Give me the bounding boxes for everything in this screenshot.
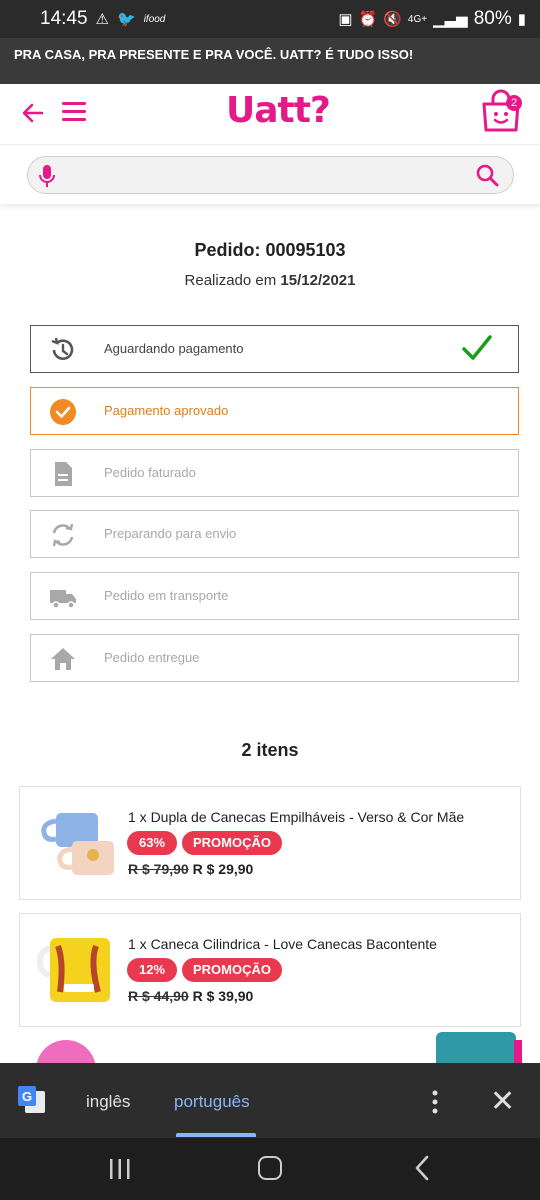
close-icon[interactable]: ✕ bbox=[490, 1087, 515, 1117]
status-bar: 14:45 ⚠ 🐦 ifood ▣ ⏰ 🔇 4G+ ▁▃▅ 80% ▮ bbox=[0, 0, 540, 38]
home-button-icon[interactable] bbox=[258, 1156, 282, 1180]
item-name[interactable]: 1 x Caneca Cilindrica - Love Canecas Bac… bbox=[128, 936, 437, 952]
more-options-icon[interactable] bbox=[424, 1089, 446, 1115]
item-prices: R $ 44,90 R $ 39,90 bbox=[128, 988, 253, 1004]
item-prices: R $ 79,90 R $ 29,90 bbox=[128, 861, 253, 877]
step-label: Pedido em transporte bbox=[104, 588, 229, 603]
clock-history-icon bbox=[51, 337, 74, 360]
uatt-logo[interactable]: Uatt? bbox=[226, 90, 331, 131]
step-delivered: Pedido entregue bbox=[30, 634, 519, 682]
truck-icon bbox=[50, 590, 76, 609]
discount-badge: 63% bbox=[127, 831, 177, 855]
item-name[interactable]: 1 x Dupla de Canecas Empilháveis - Verso… bbox=[128, 809, 464, 825]
target-language-tab[interactable]: português bbox=[174, 1092, 250, 1112]
search-bar bbox=[0, 144, 540, 204]
twitter-icon: 🐦 bbox=[117, 11, 136, 28]
mute-icon: 🔇 bbox=[383, 11, 402, 28]
hamburger-menu-icon[interactable] bbox=[62, 102, 86, 122]
nav-back-icon[interactable] bbox=[412, 1155, 432, 1181]
warning-icon: ⚠ bbox=[95, 11, 109, 28]
mugs-stack-image bbox=[41, 813, 114, 875]
cart-count-badge: 2 bbox=[506, 95, 522, 111]
source-language-tab[interactable]: inglês bbox=[86, 1092, 130, 1112]
old-price: R $ 44,90 bbox=[128, 988, 189, 1004]
google-translate-icon[interactable]: G bbox=[17, 1085, 47, 1115]
status-time: 14:45 bbox=[40, 8, 88, 29]
step-label: Pedido faturado bbox=[104, 465, 196, 480]
sync-icon bbox=[52, 523, 74, 547]
system-nav-bar bbox=[0, 1138, 540, 1200]
items-count-title: 2 itens bbox=[241, 740, 299, 760]
step-label: Pagamento aprovado bbox=[104, 403, 229, 418]
search-input[interactable] bbox=[27, 156, 514, 194]
old-price: R $ 79,90 bbox=[128, 861, 189, 877]
step-awaiting-payment: Aguardando pagamento bbox=[30, 325, 519, 373]
current-price: R $ 39,90 bbox=[192, 988, 254, 1004]
step-label: Aguardando pagamento bbox=[104, 341, 244, 356]
promo-badge: PROMOÇÃO bbox=[182, 958, 282, 982]
order-date: Realizado em 15/12/2021 bbox=[0, 272, 540, 289]
network-label: 4G+ bbox=[407, 13, 428, 25]
checkmark-icon bbox=[462, 335, 492, 360]
promo-banner[interactable]: PRA CASA, PRA PRESENTE E PRA VOCÊ. UATT?… bbox=[0, 38, 540, 84]
search-icon[interactable] bbox=[475, 163, 499, 187]
alarm-icon: ⏰ bbox=[358, 11, 378, 28]
recent-apps-icon[interactable] bbox=[108, 1158, 132, 1180]
order-number: Pedido: 00095103 bbox=[194, 240, 346, 260]
battery-icon: ▮ bbox=[517, 11, 526, 28]
selected-tab-indicator bbox=[176, 1133, 256, 1137]
back-arrow-icon[interactable] bbox=[20, 100, 46, 126]
step-label: Pedido entregue bbox=[104, 650, 200, 665]
app-header: Uatt? bbox=[0, 84, 540, 144]
current-price: R $ 29,90 bbox=[192, 861, 254, 877]
lock-icon: ▣ bbox=[338, 11, 353, 28]
bacon-mug-image bbox=[36, 938, 110, 1002]
battery-level: 80% bbox=[473, 8, 512, 29]
order-item-card[interactable]: 1 x Caneca Cilindrica - Love Canecas Bac… bbox=[19, 913, 521, 1027]
step-in-transport: Pedido em transporte bbox=[30, 572, 519, 620]
promo-badge: PROMOÇÃO bbox=[182, 831, 282, 855]
step-label: Preparando para envio bbox=[104, 526, 237, 541]
svg-text:G: G bbox=[22, 1089, 32, 1104]
signal-icon: ▁▃▅ bbox=[433, 11, 468, 28]
order-item-card[interactable]: 1 x Dupla de Canecas Empilháveis - Verso… bbox=[19, 786, 521, 900]
check-circle-icon bbox=[50, 399, 76, 425]
document-icon bbox=[55, 462, 72, 486]
order-date-prefix: Realizado em bbox=[184, 272, 281, 289]
translate-bar: G inglês português ✕ bbox=[0, 1063, 540, 1138]
step-payment-approved: Pagamento aprovado bbox=[30, 387, 519, 435]
home-icon bbox=[51, 648, 75, 670]
microphone-icon[interactable] bbox=[38, 164, 56, 188]
step-invoiced: Pedido faturado bbox=[30, 449, 519, 497]
step-preparing: Preparando para envio bbox=[30, 510, 519, 558]
order-date-value: 15/12/2021 bbox=[280, 272, 356, 289]
ifood-icon: ifood bbox=[143, 13, 166, 25]
discount-badge: 12% bbox=[127, 958, 177, 982]
